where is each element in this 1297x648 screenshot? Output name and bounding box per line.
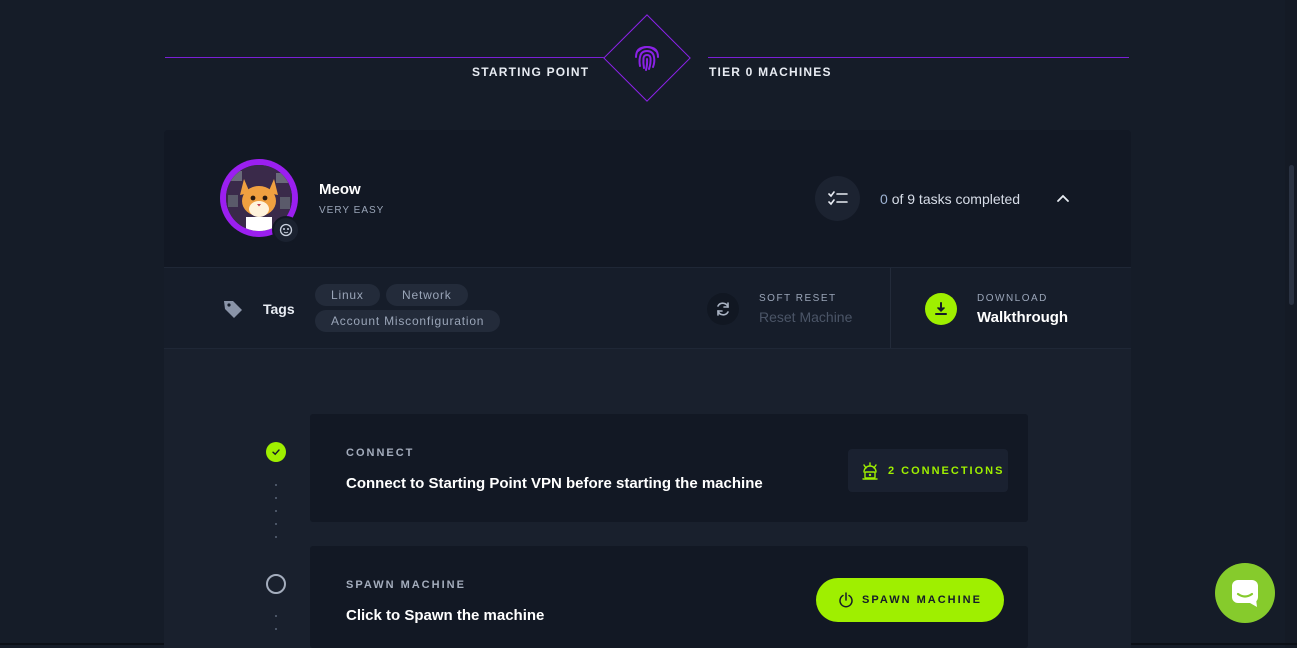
toolbar-divider bbox=[890, 268, 891, 348]
reset-button[interactable] bbox=[707, 293, 739, 325]
tasks-completed-count: 0 bbox=[880, 191, 888, 207]
tag-pill[interactable]: Linux bbox=[315, 284, 380, 306]
check-icon bbox=[272, 449, 280, 456]
linux-icon bbox=[272, 216, 300, 244]
reset-machine-label[interactable]: Reset Machine bbox=[759, 309, 852, 325]
chevron-up-icon[interactable] bbox=[1055, 190, 1071, 206]
step-spawn-description: Click to Spawn the machine bbox=[346, 607, 545, 624]
checklist-icon bbox=[827, 190, 848, 205]
machine-difficulty: VERY EASY bbox=[319, 205, 385, 216]
step-connect-description: Connect to Starting Point VPN before sta… bbox=[346, 475, 763, 492]
tag-pill[interactable]: Network bbox=[386, 284, 468, 306]
scrollbar-track[interactable] bbox=[1285, 0, 1297, 648]
header-line-right bbox=[708, 57, 1129, 58]
tag-icon bbox=[224, 301, 242, 318]
tag-pill[interactable]: Account Misconfiguration bbox=[315, 310, 501, 332]
soft-reset-label: SOFT RESET bbox=[759, 293, 837, 304]
step-pending-indicator bbox=[266, 574, 286, 594]
connections-button[interactable]: 2 CONNECTIONS bbox=[848, 449, 1008, 492]
timeline-connector bbox=[275, 484, 277, 549]
download-button[interactable] bbox=[925, 293, 957, 325]
spawn-machine-button[interactable]: SPAWN MACHINE bbox=[816, 578, 1004, 622]
tasks-progress: 0 of 9 tasks completed bbox=[880, 191, 1020, 207]
power-icon bbox=[839, 592, 853, 608]
timeline-connector bbox=[275, 615, 277, 641]
step-spawn-title: SPAWN MACHINE bbox=[346, 579, 466, 591]
machine-name: Meow bbox=[319, 181, 361, 198]
walkthrough-link[interactable]: Walkthrough bbox=[977, 309, 1068, 326]
machine-card-toolbar bbox=[164, 267, 1131, 349]
scrollbar-thumb[interactable] bbox=[1289, 165, 1294, 305]
download-icon bbox=[935, 302, 947, 315]
step-connect-title: CONNECT bbox=[346, 447, 415, 459]
tier-label: TIER 0 MACHINES bbox=[709, 65, 832, 79]
chat-icon bbox=[1232, 580, 1258, 607]
connections-label: 2 CONNECTIONS bbox=[888, 464, 1005, 477]
refresh-icon bbox=[717, 302, 729, 316]
tasks-total-text: of 9 tasks completed bbox=[891, 191, 1021, 207]
fingerprint-icon bbox=[635, 45, 659, 71]
header-line-left bbox=[165, 57, 605, 58]
tasks-button[interactable] bbox=[815, 176, 860, 221]
spawn-machine-label: SPAWN MACHINE bbox=[862, 594, 982, 606]
download-label: DOWNLOAD bbox=[977, 293, 1048, 304]
chat-button[interactable] bbox=[1215, 563, 1275, 623]
tags-label: Tags bbox=[263, 301, 295, 317]
step-complete-indicator bbox=[266, 442, 286, 462]
vpn-icon bbox=[862, 461, 878, 480]
starting-point-label: STARTING POINT bbox=[472, 65, 590, 79]
